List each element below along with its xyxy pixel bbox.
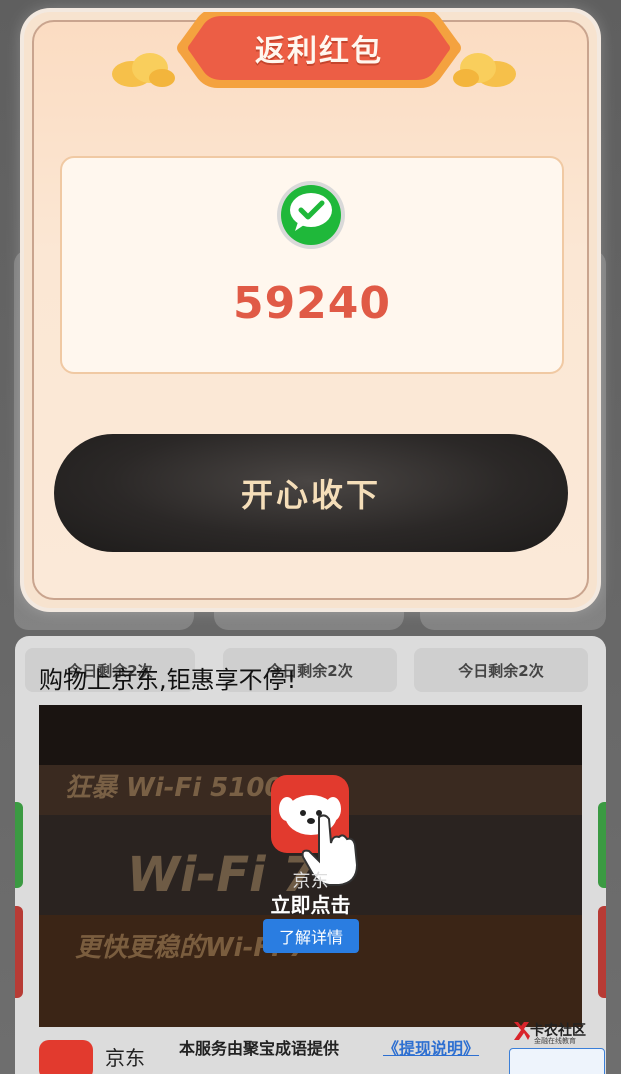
withdraw-info-link[interactable]: 《提现说明》 xyxy=(383,1035,479,1059)
ad-video[interactable]: 狂暴 Wi-Fi 5100M+ Wi-Fi 7 更快更稳的Wi-Fi 7 京东 … xyxy=(39,705,582,1027)
background-button-edge xyxy=(598,802,606,888)
advertiser-name: 京东 xyxy=(105,1046,145,1070)
cta-text[interactable]: 立即点击 xyxy=(39,889,582,918)
background-button-edge xyxy=(15,802,23,888)
reward-amount: 59240 xyxy=(232,278,392,329)
modal-title: 返利红包 xyxy=(255,34,383,69)
jd-logo xyxy=(39,1040,93,1074)
background-button-edge xyxy=(598,906,606,998)
ad-action-button[interactable] xyxy=(509,1048,605,1074)
wechat-check-icon xyxy=(277,181,345,249)
ad-footer: 京东 本服务由聚宝成语提供 《提现说明》 xyxy=(39,1035,605,1074)
amount-panel: 59240 xyxy=(60,156,564,374)
background-button-edge xyxy=(15,906,23,998)
accept-button[interactable]: 开心收下 xyxy=(54,434,568,552)
service-provider-text: 本服务由聚宝成语提供 xyxy=(179,1039,340,1058)
ad-slogan: 购物上京东,钜惠享不停! xyxy=(39,666,297,694)
cloud-icon xyxy=(112,53,175,87)
ad-card: 今日剩余2次 今日剩余2次 今日剩余2次 购物上京东,钜惠享不停! 狂暴 Wi-… xyxy=(15,636,606,1074)
reward-modal: 返利红包 59240 开心收下 xyxy=(24,12,597,608)
learn-more-button[interactable]: 了解详情 xyxy=(263,919,359,953)
watermark-logo-icon xyxy=(514,1022,530,1040)
watermark-subtext: 金融在线教育 xyxy=(534,1037,576,1045)
remaining-chip: 今日剩余2次 xyxy=(414,648,588,692)
